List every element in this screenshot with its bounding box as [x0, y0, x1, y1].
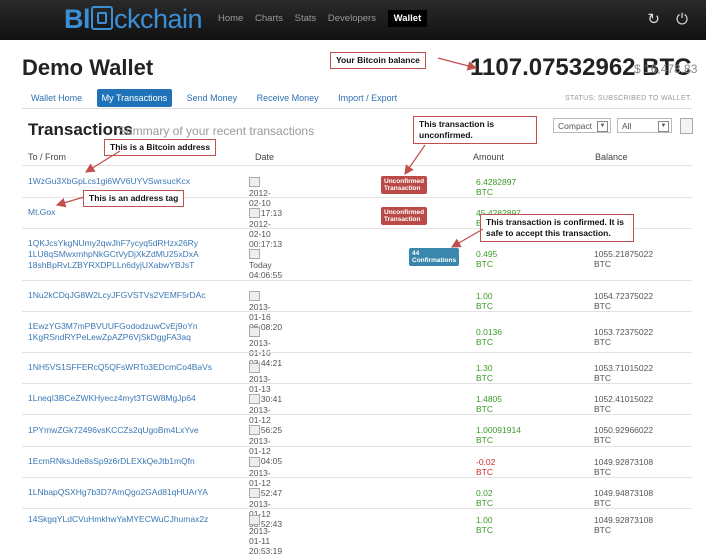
annotation-arrows [55, 57, 484, 248]
arrow-to-confirmed [450, 228, 484, 248]
arrow-to-unconfirmed [404, 144, 426, 175]
arrow-to-balance [437, 57, 478, 71]
arrow-to-tag [55, 196, 85, 208]
arrow-to-address [84, 150, 121, 173]
